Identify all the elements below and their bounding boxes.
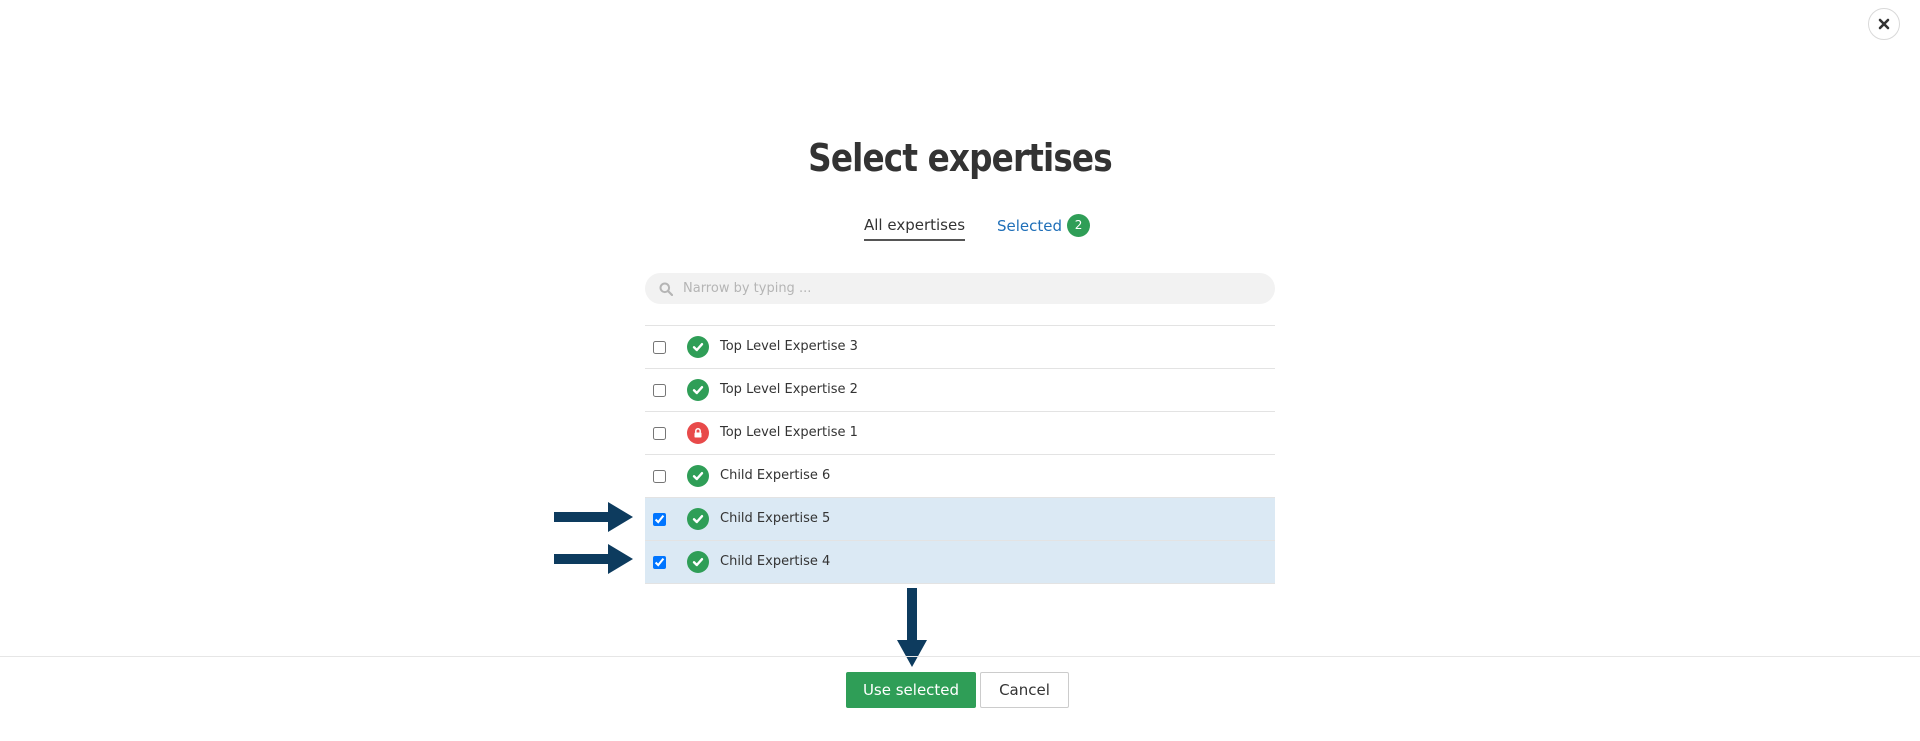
item-label: Top Level Expertise 1 bbox=[720, 425, 858, 440]
tab-selected[interactable]: Selected 2 bbox=[997, 214, 1091, 237]
list-item[interactable]: Top Level Expertise 3 bbox=[645, 326, 1275, 369]
item-label: Child Expertise 6 bbox=[720, 468, 831, 483]
search-icon bbox=[659, 282, 673, 296]
list-item[interactable]: Child Expertise 6 bbox=[645, 455, 1275, 498]
item-label: Child Expertise 4 bbox=[720, 554, 831, 569]
item-checkbox[interactable] bbox=[653, 383, 666, 397]
list-item[interactable]: Child Expertise 5 bbox=[645, 498, 1275, 541]
check-icon bbox=[687, 379, 709, 401]
tab-bar: All expertises Selected 2 bbox=[0, 214, 1920, 244]
item-checkbox[interactable] bbox=[653, 340, 666, 354]
tab-selected-label: Selected bbox=[997, 216, 1063, 235]
search-bar bbox=[645, 273, 1275, 304]
item-checkbox[interactable] bbox=[653, 426, 666, 440]
dialog-title: Select expertises bbox=[808, 136, 1112, 180]
annotation-arrow-right-icon bbox=[554, 502, 633, 532]
close-button[interactable] bbox=[1868, 8, 1900, 40]
selected-count-badge: 2 bbox=[1067, 214, 1091, 237]
tab-all-expertises[interactable]: All expertises bbox=[864, 214, 966, 241]
list-item[interactable]: Top Level Expertise 1 bbox=[645, 412, 1275, 455]
use-selected-button[interactable]: Use selected bbox=[846, 672, 976, 708]
cancel-button[interactable]: Cancel bbox=[980, 672, 1069, 708]
check-icon bbox=[687, 465, 709, 487]
check-icon bbox=[687, 336, 709, 358]
search-input[interactable] bbox=[681, 280, 1245, 297]
annotation-arrow-right-icon bbox=[554, 544, 633, 574]
list-item[interactable]: Top Level Expertise 2 bbox=[645, 369, 1275, 412]
item-checkbox[interactable] bbox=[653, 469, 666, 483]
item-label: Child Expertise 5 bbox=[720, 511, 831, 526]
check-icon bbox=[687, 551, 709, 573]
expertise-list: Top Level Expertise 3 Top Level Expertis… bbox=[645, 325, 1275, 584]
item-label: Top Level Expertise 2 bbox=[720, 382, 858, 397]
item-label: Top Level Expertise 3 bbox=[720, 339, 858, 354]
item-checkbox[interactable] bbox=[653, 512, 666, 526]
check-icon bbox=[687, 508, 709, 530]
list-item[interactable]: Child Expertise 4 bbox=[645, 541, 1275, 584]
lock-icon bbox=[687, 422, 709, 444]
item-checkbox[interactable] bbox=[653, 555, 666, 569]
close-icon bbox=[1878, 18, 1890, 30]
